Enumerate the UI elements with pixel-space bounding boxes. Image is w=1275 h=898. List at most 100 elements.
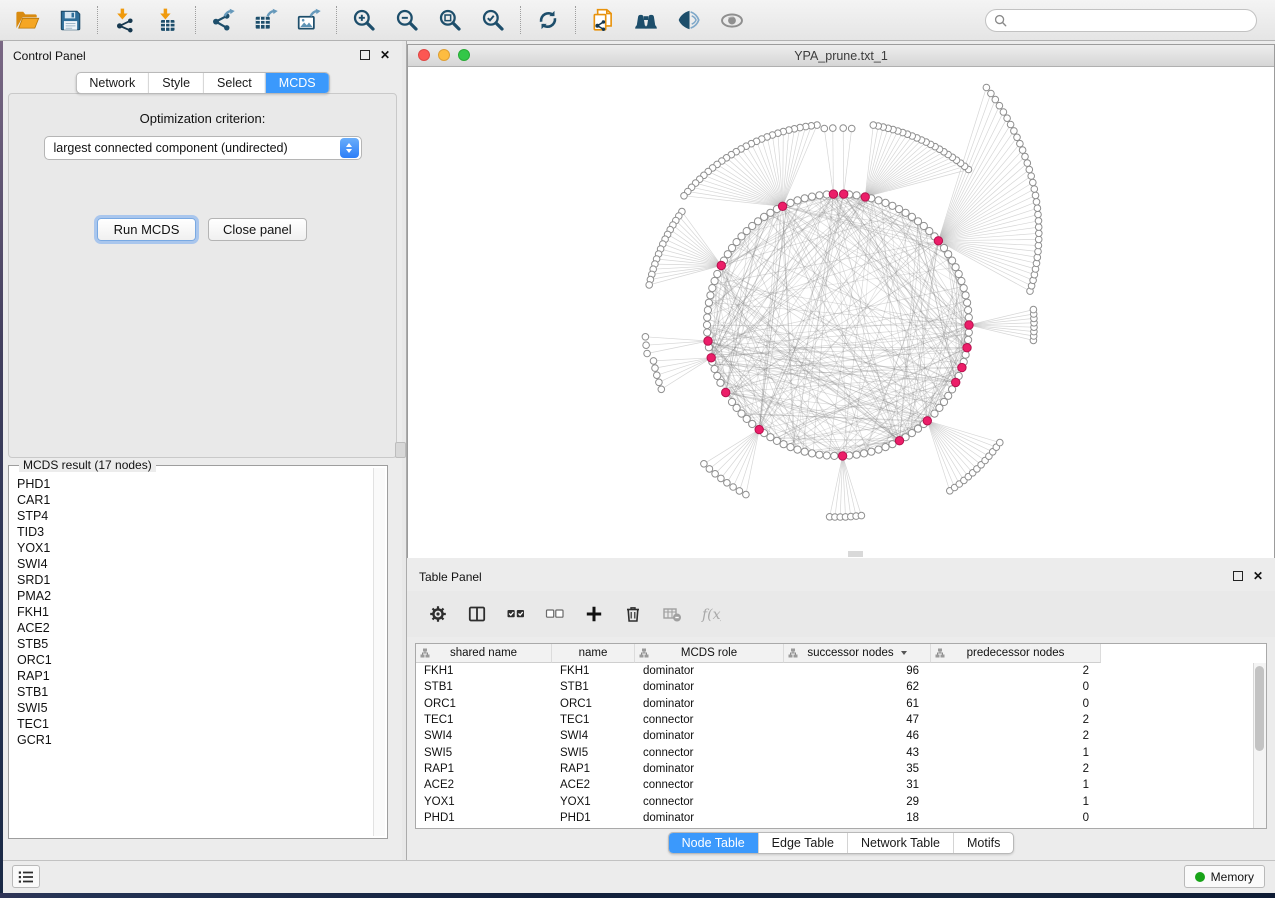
table-row[interactable]: STB1STB1dominator620 <box>416 679 1253 695</box>
select-all-icon[interactable] <box>506 604 526 624</box>
export-network-icon[interactable] <box>210 7 236 33</box>
visibility-icon[interactable] <box>676 7 702 33</box>
find-binoculars-icon[interactable] <box>633 7 659 33</box>
criterion-dropdown-value: largest connected component (undirected) <box>45 141 340 155</box>
mcds-result-item[interactable]: PHD1 <box>11 476 373 492</box>
table-row[interactable]: FKH1FKH1dominator962 <box>416 663 1253 679</box>
table-row[interactable]: ACE2ACE2connector311 <box>416 777 1253 793</box>
mcds-result-item[interactable]: STP4 <box>11 508 373 524</box>
table-row[interactable]: RAP1RAP1dominator352 <box>416 761 1253 777</box>
search-input[interactable] <box>1013 12 1248 28</box>
table-body: FKH1FKH1dominator962STB1STB1dominator620… <box>416 663 1253 828</box>
table-row[interactable]: SWI5SWI5connector431 <box>416 744 1253 760</box>
save-session-icon[interactable] <box>57 7 83 33</box>
import-network-icon[interactable] <box>112 7 138 33</box>
mcds-result-item[interactable]: SWI4 <box>11 556 373 572</box>
zoom-in-icon[interactable] <box>351 7 377 33</box>
tab-network[interactable]: Network <box>76 73 148 93</box>
refresh-layout-icon[interactable] <box>535 7 561 33</box>
import-table-icon[interactable] <box>155 7 181 33</box>
window-zoom-button[interactable] <box>458 49 470 61</box>
zoom-selected-icon[interactable] <box>480 7 506 33</box>
open-file-icon[interactable] <box>14 7 40 33</box>
list-icon <box>17 868 35 886</box>
tab-motifs[interactable]: Motifs <box>953 833 1013 853</box>
column-header-label: name <box>579 647 608 659</box>
run-mcds-button[interactable]: Run MCDS <box>97 218 196 241</box>
criterion-dropdown[interactable]: largest connected component (undirected) <box>44 136 362 160</box>
table-cell: dominator <box>635 681 784 693</box>
table-row[interactable]: TEC1TEC1connector472 <box>416 712 1253 728</box>
tab-style[interactable]: Style <box>148 73 203 93</box>
column-header-predecessor-nodes[interactable]: predecessor nodes <box>931 644 1101 663</box>
tab-network-table[interactable]: Network Table <box>847 833 953 853</box>
mcds-result-item[interactable]: CAR1 <box>11 492 373 508</box>
mcds-result-item[interactable]: RAP1 <box>11 668 373 684</box>
table-row[interactable]: SWI4SWI4dominator462 <box>416 728 1253 744</box>
column-header-shared-name[interactable]: shared name <box>416 644 552 663</box>
table-cell: 1 <box>931 779 1101 791</box>
delete-icon[interactable] <box>623 604 643 624</box>
close-panel-button[interactable]: Close panel <box>208 218 307 241</box>
unselect-all-icon[interactable] <box>545 604 565 624</box>
table-cell: FKH1 <box>416 665 552 677</box>
add-column-icon[interactable] <box>584 604 604 624</box>
mcds-result-item[interactable]: TEC1 <box>11 716 373 732</box>
close-panel-icon[interactable]: ✕ <box>380 50 390 60</box>
table-cell: 43 <box>784 747 931 759</box>
network-graph[interactable] <box>408 67 1274 558</box>
task-history-button[interactable] <box>12 865 40 888</box>
mcds-result-item[interactable]: GCR1 <box>11 732 373 748</box>
float-panel-icon[interactable] <box>360 50 370 60</box>
table-cell: 35 <box>784 763 931 775</box>
delete-column-icon[interactable] <box>662 604 682 624</box>
table-row[interactable]: ORC1ORC1dominator610 <box>416 696 1253 712</box>
gear-icon[interactable] <box>428 604 448 624</box>
mcds-result-scrollbar[interactable] <box>373 468 385 836</box>
mcds-result-item[interactable]: ACE2 <box>11 620 373 636</box>
table-scrollbar-thumb[interactable] <box>1255 666 1264 751</box>
export-table-icon[interactable] <box>253 7 279 33</box>
table-row[interactable]: PHD1PHD1dominator180 <box>416 810 1253 826</box>
column-header-MCDS-role[interactable]: MCDS role <box>635 644 784 663</box>
window-close-button[interactable] <box>418 49 430 61</box>
table-cell: 2 <box>931 763 1101 775</box>
mcds-result-item[interactable]: TID3 <box>11 524 373 540</box>
new-network-icon[interactable] <box>590 7 616 33</box>
tab-node-table[interactable]: Node Table <box>669 833 758 853</box>
mcds-result-item[interactable]: ORC1 <box>11 652 373 668</box>
table-scrollbar[interactable] <box>1253 663 1266 828</box>
mcds-result-item[interactable]: FKH1 <box>11 604 373 620</box>
network-window-titlebar[interactable]: YPA_prune.txt_1 <box>408 45 1274 67</box>
header-filler <box>1101 644 1266 663</box>
mcds-result-item[interactable]: STB1 <box>11 684 373 700</box>
close-table-panel-icon[interactable]: ✕ <box>1253 571 1263 581</box>
table-row[interactable]: YOX1YOX1connector291 <box>416 793 1253 809</box>
zoom-out-icon[interactable] <box>394 7 420 33</box>
table-cell: RAP1 <box>552 763 635 775</box>
canvas-splitter-handle[interactable] <box>848 551 863 557</box>
panel-splitter-handle[interactable] <box>395 442 406 458</box>
column-header-name[interactable]: name <box>552 644 635 663</box>
tab-edge-table[interactable]: Edge Table <box>758 833 847 853</box>
mcds-result-item[interactable]: YOX1 <box>11 540 373 556</box>
mcds-result-item[interactable]: STB5 <box>11 636 373 652</box>
details-eye-icon[interactable] <box>719 7 745 33</box>
zoom-fit-icon[interactable] <box>437 7 463 33</box>
window-minimize-button[interactable] <box>438 49 450 61</box>
table-cell: dominator <box>635 730 784 742</box>
control-panel: Control Panel ✕ NetworkStyleSelectMCDS O… <box>3 41 402 860</box>
export-image-icon[interactable] <box>296 7 322 33</box>
column-header-successor-nodes[interactable]: successor nodes <box>784 644 931 663</box>
columns-icon[interactable] <box>467 604 487 624</box>
tab-mcds[interactable]: MCDS <box>265 73 329 93</box>
table-cell: dominator <box>635 763 784 775</box>
mcds-result-item[interactable]: SWI5 <box>11 700 373 716</box>
memory-button[interactable]: Memory <box>1184 865 1265 888</box>
mcds-result-item[interactable]: SRD1 <box>11 572 373 588</box>
search-box[interactable] <box>985 9 1257 32</box>
float-table-panel-icon[interactable] <box>1233 571 1243 581</box>
mcds-result-item[interactable]: PMA2 <box>11 588 373 604</box>
tab-select[interactable]: Select <box>203 73 265 93</box>
fx-icon[interactable]: f(x) <box>701 604 721 624</box>
